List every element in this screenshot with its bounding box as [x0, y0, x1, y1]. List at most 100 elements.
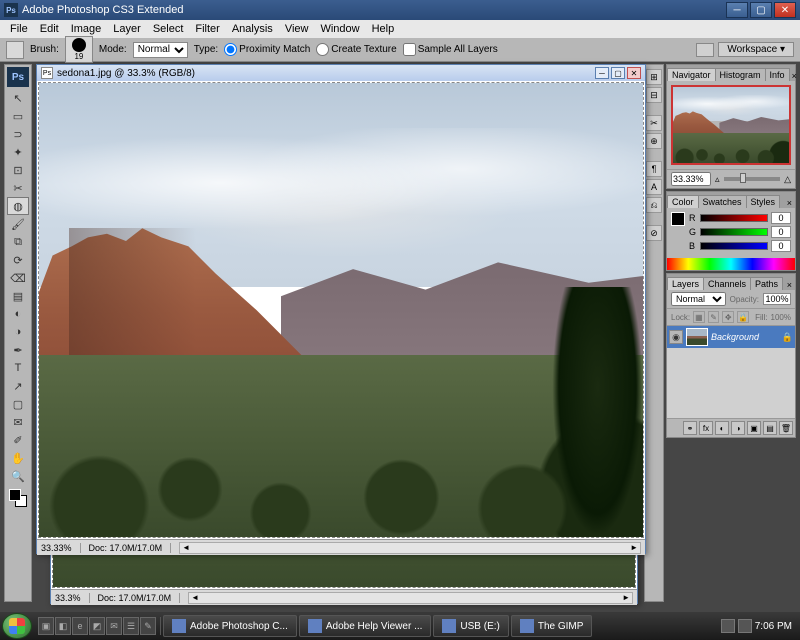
check-sample-all[interactable]: Sample All Layers [403, 43, 498, 56]
menu-select[interactable]: Select [147, 23, 190, 35]
tool-gradient[interactable]: ▤ [7, 287, 29, 305]
tool-lasso[interactable]: ⊃ [7, 125, 29, 143]
tab-styles[interactable]: Styles [746, 195, 781, 208]
maximize-button[interactable]: ▢ [750, 2, 772, 18]
tool-slice[interactable]: ✂ [7, 179, 29, 197]
menu-image[interactable]: Image [65, 23, 108, 35]
mask-icon[interactable]: ◐ [715, 421, 729, 435]
tool-blur[interactable]: ◐ [7, 305, 29, 323]
dock-icon-4[interactable]: ⊕ [646, 133, 662, 149]
ql-icon[interactable]: ✉ [106, 617, 122, 635]
tool-type[interactable]: T [7, 359, 29, 377]
tool-dodge[interactable]: ◑ [7, 323, 29, 341]
tool-move[interactable]: ↖ [7, 89, 29, 107]
link-icon[interactable]: ⚭ [683, 421, 697, 435]
tool-zoom[interactable]: 🔍 [7, 467, 29, 485]
zoom-back[interactable]: 33.3% [55, 593, 90, 603]
minimize-button[interactable]: ─ [726, 2, 748, 18]
fill-value[interactable]: 100% [771, 313, 791, 322]
task-help[interactable]: Adobe Help Viewer ... [299, 615, 432, 637]
tray-icon[interactable] [721, 619, 735, 633]
nav-zoom-slider[interactable] [724, 177, 781, 181]
opacity-value[interactable]: 100% [763, 293, 791, 305]
trash-icon[interactable]: 🗑 [779, 421, 793, 435]
ql-icon[interactable]: ◩ [89, 617, 105, 635]
dock-icon-6[interactable]: A [646, 179, 662, 195]
tool-notes[interactable]: ✉ [7, 413, 29, 431]
mode-select[interactable]: Normal [133, 42, 188, 58]
dock-icon-3[interactable]: ✂ [646, 115, 662, 131]
tool-wand[interactable]: ✦ [7, 143, 29, 161]
ql-icon[interactable]: e [72, 617, 88, 635]
tab-paths[interactable]: Paths [750, 277, 783, 290]
tool-preset-icon[interactable] [6, 41, 24, 59]
tool-path[interactable]: ↗ [7, 377, 29, 395]
lock-move-icon[interactable]: ✥ [722, 311, 734, 323]
task-photoshop[interactable]: Adobe Photoshop C... [163, 615, 297, 637]
go-to-bridge-icon[interactable] [696, 43, 714, 57]
dock-icon-7[interactable]: ⎌ [646, 197, 662, 213]
start-button[interactable] [2, 613, 32, 639]
task-gimp[interactable]: The GIMP [511, 615, 593, 637]
ql-icon[interactable]: ✎ [140, 617, 156, 635]
radio-proximity[interactable]: Proximity Match [224, 43, 310, 56]
eye-icon[interactable]: ◉ [669, 330, 683, 344]
doc-titlebar-front[interactable]: Ps sedona1.jpg @ 33.3% (RGB/8) ─ ▢ ✕ [37, 65, 645, 81]
tab-info[interactable]: Info [765, 68, 790, 81]
color-fg-swatch[interactable] [671, 212, 685, 226]
menu-file[interactable]: File [4, 23, 34, 35]
g-slider[interactable] [700, 228, 768, 236]
lock-all-icon[interactable]: 🔒 [737, 311, 749, 323]
layers-close-icon[interactable]: × [784, 280, 795, 290]
navigator-thumbnail[interactable] [671, 85, 791, 165]
adjust-icon[interactable]: ◑ [731, 421, 745, 435]
hscroll-front[interactable] [179, 542, 641, 554]
zoom-in-icon[interactable]: △ [784, 174, 791, 185]
layer-row[interactable]: ◉ Background 🔒 [667, 326, 795, 348]
menu-view[interactable]: View [279, 23, 315, 35]
nav-zoom-input[interactable] [671, 172, 711, 186]
b-value[interactable]: 0 [771, 240, 791, 252]
fx-icon[interactable]: fx [699, 421, 713, 435]
menu-analysis[interactable]: Analysis [226, 23, 279, 35]
tool-history-brush[interactable]: ⟳ [7, 251, 29, 269]
dock-icon-5[interactable]: ¶ [646, 161, 662, 177]
zoom-front[interactable]: 33.33% [41, 543, 81, 553]
dock-icon-2[interactable]: ⊟ [646, 87, 662, 103]
tab-channels[interactable]: Channels [703, 277, 751, 290]
doc-close-button[interactable]: ✕ [627, 67, 641, 79]
close-button[interactable]: ✕ [774, 2, 796, 18]
fg-color-swatch[interactable] [9, 489, 21, 501]
ql-icon[interactable]: ▣ [38, 617, 54, 635]
document-window-front[interactable]: Ps sedona1.jpg @ 33.3% (RGB/8) ─ ▢ ✕ 33.… [36, 64, 646, 554]
tool-stamp[interactable]: ⧉ [7, 233, 29, 251]
tab-color[interactable]: Color [667, 195, 699, 208]
menu-layer[interactable]: Layer [107, 23, 147, 35]
dock-icon-8[interactable]: ⊘ [646, 225, 662, 241]
radio-create-texture[interactable]: Create Texture [316, 43, 396, 56]
menu-help[interactable]: Help [366, 23, 401, 35]
ql-icon[interactable]: ◧ [55, 617, 71, 635]
tray-icon[interactable] [738, 619, 752, 633]
color-spectrum[interactable] [667, 258, 795, 270]
new-layer-icon[interactable]: ▤ [763, 421, 777, 435]
blend-mode-select[interactable]: Normal [671, 292, 726, 306]
tool-brush[interactable]: 🖌 [7, 215, 29, 233]
system-tray[interactable]: 7:06 PM [715, 619, 798, 633]
hscroll-back[interactable] [188, 592, 633, 604]
ql-icon[interactable]: ☰ [123, 617, 139, 635]
tab-navigator[interactable]: Navigator [667, 68, 716, 81]
color-close-icon[interactable]: × [784, 198, 795, 208]
tool-hand[interactable]: ✋ [7, 449, 29, 467]
doc-min-button[interactable]: ─ [595, 67, 609, 79]
lock-paint-icon[interactable]: ✎ [708, 311, 720, 323]
tab-layers[interactable]: Layers [667, 277, 704, 290]
workspace-dropdown[interactable]: Workspace ▾ [718, 42, 794, 57]
tool-eyedropper[interactable]: ✐ [7, 431, 29, 449]
tool-crop[interactable]: ⊡ [7, 161, 29, 179]
tool-shape[interactable]: ▢ [7, 395, 29, 413]
canvas-front[interactable] [38, 82, 644, 538]
tab-swatches[interactable]: Swatches [698, 195, 747, 208]
zoom-out-icon[interactable]: ▵ [715, 174, 720, 185]
tool-pen[interactable]: ✒ [7, 341, 29, 359]
